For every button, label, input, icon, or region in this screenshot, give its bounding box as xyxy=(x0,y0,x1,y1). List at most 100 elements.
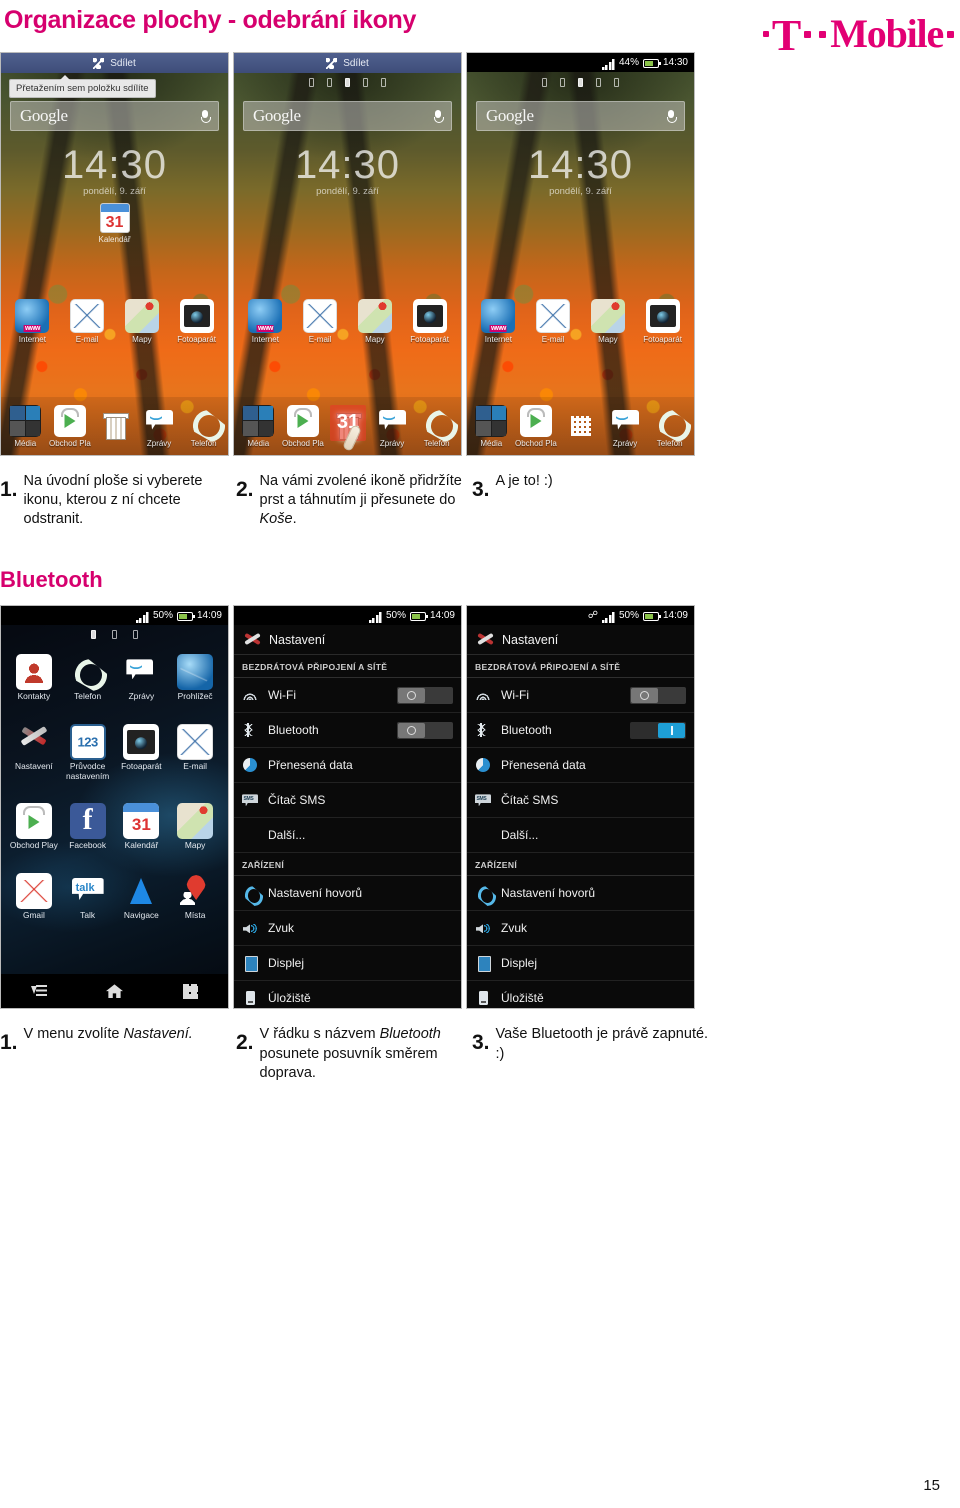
app-camera[interactable]: Fotoaparát xyxy=(402,299,457,344)
drawer-app-calendar[interactable]: 31 Kalendář xyxy=(115,803,169,851)
dock-messages[interactable]: Zprávy xyxy=(370,405,415,448)
drawer-app-places[interactable]: Místa xyxy=(168,873,222,921)
settings-row-data-usage[interactable]: Přenesená data xyxy=(234,748,461,784)
drawer-app-browser[interactable]: Prohlížeč xyxy=(168,654,222,702)
dock-media[interactable]: Média xyxy=(469,404,514,448)
bluetooth-toggle[interactable] xyxy=(397,721,453,739)
settings-row-sound[interactable]: Zvuk xyxy=(234,911,461,947)
app-maps[interactable]: Mapy xyxy=(115,299,170,344)
page-dot[interactable] xyxy=(363,78,368,87)
page-dot[interactable] xyxy=(381,78,386,87)
dock-play-store[interactable]: Obchod Pla xyxy=(48,404,93,448)
drawer-app-play-store[interactable]: Obchod Play xyxy=(7,803,61,851)
homescreen-app-row: Internet E-mail Mapy Fotoaparát xyxy=(234,299,461,344)
settings-row-more[interactable]: Další... xyxy=(234,818,461,854)
drawer-app-gmail[interactable]: Gmail xyxy=(7,873,61,921)
page-dot[interactable] xyxy=(133,630,138,640)
share-bar[interactable]: Sdílet xyxy=(1,53,228,73)
page-dot[interactable] xyxy=(327,78,332,87)
drawer-app-maps[interactable]: Mapy xyxy=(168,803,222,851)
wifi-toggle[interactable] xyxy=(397,686,453,704)
app-maps[interactable]: Mapy xyxy=(581,299,636,344)
dock-media[interactable]: Média xyxy=(3,404,48,448)
drawer-app-contacts[interactable]: Kontakty xyxy=(7,654,61,702)
settings-row-storage[interactable]: Úložiště xyxy=(467,981,694,1008)
drawer-app-phone[interactable]: Telefon xyxy=(61,654,115,702)
page-dot-active[interactable] xyxy=(91,630,96,640)
settings-title: Nastavení xyxy=(502,632,559,647)
settings-row-call-settings[interactable]: Nastavení hovorů xyxy=(467,876,694,912)
settings-row-sound[interactable]: Zvuk xyxy=(467,911,694,947)
settings-row-more[interactable]: Další... xyxy=(467,818,694,854)
settings-row-wifi[interactable]: Wi-Fi xyxy=(234,678,461,714)
settings-row-display[interactable]: Displej xyxy=(234,946,461,982)
app-drawer-grid-icon[interactable] xyxy=(182,983,198,999)
page-dot[interactable] xyxy=(542,78,547,87)
page-dot-active[interactable] xyxy=(578,78,583,87)
app-internet[interactable]: Internet xyxy=(5,299,60,344)
settings-row-data-usage[interactable]: Přenesená data xyxy=(467,748,694,784)
page-dot[interactable] xyxy=(309,78,314,87)
settings-row-call-settings[interactable]: Nastavení hovorů xyxy=(234,876,461,912)
app-camera[interactable]: Fotoaparát xyxy=(169,299,224,344)
google-search-widget[interactable]: Google xyxy=(243,101,452,131)
dock-phone[interactable]: Telefon xyxy=(414,405,459,448)
dock-media[interactable]: Média xyxy=(236,404,281,448)
wifi-toggle[interactable] xyxy=(630,686,686,704)
google-search-widget[interactable]: Google xyxy=(476,101,685,131)
drawer-app-talk[interactable]: Talk xyxy=(61,873,115,921)
settings-row-sms-counter[interactable]: Čítač SMS xyxy=(234,783,461,819)
sms-counter-icon xyxy=(475,792,491,808)
microphone-icon[interactable] xyxy=(434,109,444,123)
settings-row-display[interactable]: Displej xyxy=(467,946,694,982)
page-dot-active[interactable] xyxy=(345,78,350,87)
drawer-app-email[interactable]: E-mail xyxy=(168,724,222,781)
app-email[interactable]: E-mail xyxy=(293,299,348,344)
settings-row-bluetooth[interactable]: Bluetooth xyxy=(234,713,461,749)
dock-play-store[interactable]: Obchod Pla xyxy=(514,404,559,448)
drawer-app-camera[interactable]: Fotoaparát xyxy=(115,724,169,781)
dock-play-store[interactable]: Obchod Pla xyxy=(281,404,326,448)
drawer-app-settings[interactable]: Nastavení xyxy=(7,724,61,781)
dock-app-drawer[interactable] xyxy=(558,409,603,443)
microphone-icon[interactable] xyxy=(201,109,211,123)
share-icon xyxy=(326,57,338,69)
calendar-widget[interactable]: 31 Kalendář xyxy=(98,203,132,244)
app-internet[interactable]: Internet xyxy=(471,299,526,344)
app-maps[interactable]: Mapy xyxy=(348,299,403,344)
app-email[interactable]: E-mail xyxy=(60,299,115,344)
google-search-widget[interactable]: Google xyxy=(10,101,219,131)
drawer-app-setup-wizard[interactable]: Průvodce nastavením xyxy=(61,724,115,781)
page-dot[interactable] xyxy=(560,78,565,87)
email-icon xyxy=(70,299,105,333)
settings-row-bluetooth[interactable]: Bluetooth xyxy=(467,713,694,749)
app-email[interactable]: E-mail xyxy=(526,299,581,344)
page-dot[interactable] xyxy=(112,630,117,640)
phone-icon xyxy=(188,405,220,437)
home-icon[interactable] xyxy=(105,984,123,999)
sound-icon xyxy=(242,920,258,936)
settings-row-sms-counter[interactable]: Čítač SMS xyxy=(467,783,694,819)
microphone-icon[interactable] xyxy=(667,109,677,123)
page-dot[interactable] xyxy=(596,78,601,87)
row-label: Bluetooth xyxy=(268,723,319,738)
dock-messages[interactable]: Zprávy xyxy=(137,405,182,448)
page-dot[interactable] xyxy=(614,78,619,87)
dock-messages[interactable]: Zprávy xyxy=(603,405,648,448)
messages-icon xyxy=(376,405,408,437)
drawer-app-messages[interactable]: Zprávy xyxy=(115,654,169,702)
dock-phone[interactable]: Telefon xyxy=(181,405,226,448)
dock-phone[interactable]: Telefon xyxy=(647,405,692,448)
app-camera[interactable]: Fotoaparát xyxy=(635,299,690,344)
settings-row-storage[interactable]: Úložiště xyxy=(234,981,461,1008)
share-bar[interactable]: Sdílet xyxy=(234,53,461,73)
bluetooth-toggle[interactable] xyxy=(630,721,686,739)
page-root: Organizace plochy - odebrání ikony T Mob… xyxy=(0,0,960,1508)
dock-trash[interactable] xyxy=(92,409,137,443)
app-internet[interactable]: Internet xyxy=(238,299,293,344)
battery-percent: 50% xyxy=(385,610,406,622)
recent-apps-icon[interactable] xyxy=(30,984,47,998)
settings-row-wifi[interactable]: Wi-Fi xyxy=(467,678,694,714)
drawer-app-facebook[interactable]: Facebook xyxy=(61,803,115,851)
drawer-app-navigation[interactable]: Navigace xyxy=(115,873,169,921)
